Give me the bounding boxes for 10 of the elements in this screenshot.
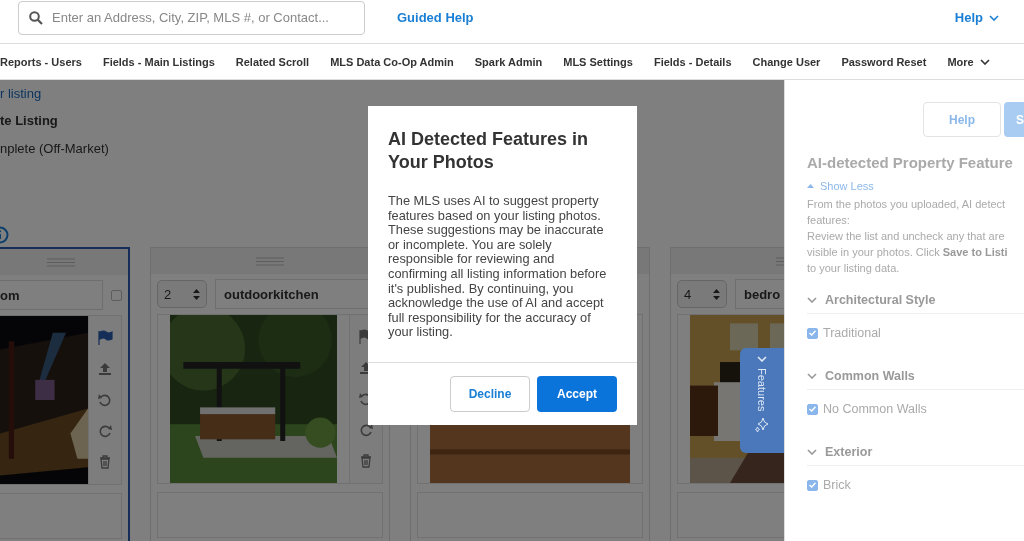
panel-instructions: From the photos you uploaded, AI detect features: [807, 197, 1007, 228]
feature-label: Brick [823, 478, 851, 492]
feature-label: No Common Walls [823, 402, 927, 416]
listing-status: nplete (Off-Market) [0, 141, 110, 156]
panel-title: AI-detected Property Feature [807, 154, 1014, 171]
dialog-title: AI Detected Features in Your Photos [388, 128, 590, 174]
panel-instructions: Review the list and uncheck any that are visible in your photos. Click Save to Listi to your listing data. [807, 229, 1009, 276]
feature-label: Traditional [823, 326, 881, 340]
dialog-message: The MLS uses AI to suggest property features based on your listing photos. These suggestions may be inaccurate or incomplete. You are solely responsible for reviewing and confirming all listing information before it's published. By continuing, you acknowledge the use of AI and accept full responsibility for the accuracy of your listing. [388, 194, 608, 340]
page-heading: te Listing [0, 113, 59, 128]
